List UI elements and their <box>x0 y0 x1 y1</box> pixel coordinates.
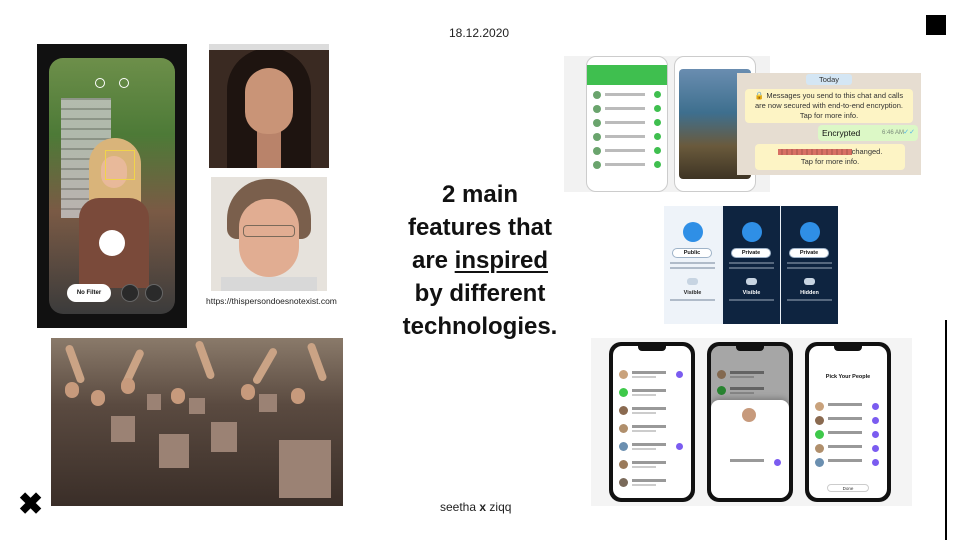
slide-date: 18.12.2020 <box>449 26 510 40</box>
date-chip: Today <box>806 74 852 85</box>
eye-icon <box>746 278 757 285</box>
privacy-card-private-visible: Private Visible <box>723 206 780 324</box>
group-icon <box>742 222 762 242</box>
redaction-scribble <box>777 149 852 156</box>
group-privacy-cards: Public Visible Private Visible Private H… <box>664 206 838 324</box>
done-button: Done <box>827 484 869 492</box>
privacy-card-private-hidden: Private Hidden <box>781 206 838 324</box>
credit-separator: x <box>479 500 487 514</box>
slide-credit: seetha x ziqq <box>440 500 511 514</box>
browser-bar <box>209 44 329 50</box>
message-time: 6:46 AM <box>881 130 904 136</box>
pick-your-people-title: Pick Your People <box>825 374 871 380</box>
eye-icon <box>804 278 815 285</box>
shutter-button <box>99 230 125 256</box>
headline-line-4: by different <box>414 280 546 307</box>
headline-line-3-prefix: are <box>411 247 455 274</box>
glasses <box>243 225 295 237</box>
face-blur <box>189 398 205 414</box>
encrypted-message-bubble: Encrypted 6:46 AM ✓✓ <box>818 125 918 141</box>
slide-headline: 2 main features that are inspired by dif… <box>382 178 578 343</box>
messenger-phone-screenshots: Pick Your People Done <box>591 338 912 506</box>
credit-name-right: ziqq <box>489 500 512 514</box>
globe-icon <box>95 78 105 88</box>
camera-filter-phone-image: No Filter <box>37 44 187 328</box>
mask-icon <box>119 78 129 88</box>
group-icon <box>683 222 703 242</box>
eye-icon <box>687 278 698 285</box>
changed-system-message: changed. Tap for more info. <box>755 144 905 170</box>
corner-square-decoration <box>926 15 946 35</box>
encryption-system-message: 🔒 Messages you send to this chat and cal… <box>745 89 913 123</box>
headline-line-5: technologies. <box>402 313 558 340</box>
camera-preview: No Filter <box>49 58 175 314</box>
generated-portrait-woman <box>209 44 329 168</box>
face-blur <box>111 416 135 442</box>
filter-pill: No Filter <box>67 284 111 302</box>
privacy-card-public: Public Visible <box>664 206 721 324</box>
face-blur <box>159 434 189 468</box>
image-source-caption: https://thispersondoesnotexist.com <box>206 296 337 306</box>
headline-line-2: features that <box>407 214 553 241</box>
lock-icon: 🔒 <box>754 91 765 100</box>
headline-line-3: are inspired <box>382 244 578 277</box>
face-detection-box <box>105 150 135 180</box>
face-blur <box>259 394 277 412</box>
group-icon <box>800 222 820 242</box>
double-check-icon: ✓✓ <box>903 129 915 136</box>
face-blur <box>211 422 237 452</box>
headline-underlined-word: inspired <box>454 247 549 274</box>
filter-option-icon <box>145 284 163 302</box>
filter-option-icon <box>121 284 139 302</box>
vertical-rule-decoration <box>945 320 947 540</box>
headline-line-1: 2 main <box>441 181 519 208</box>
whatsapp-encryption-screenshot: Today 🔒 Messages you send to this chat a… <box>737 73 921 175</box>
generated-portrait-man <box>211 177 327 291</box>
group-options-sheet <box>711 400 789 498</box>
face-blur <box>147 394 161 410</box>
crowd-blurred-faces-photo <box>51 338 343 506</box>
credit-name-left: seetha <box>440 500 477 514</box>
close-x-icon: ✖ <box>18 488 44 521</box>
face-blur <box>279 440 331 498</box>
